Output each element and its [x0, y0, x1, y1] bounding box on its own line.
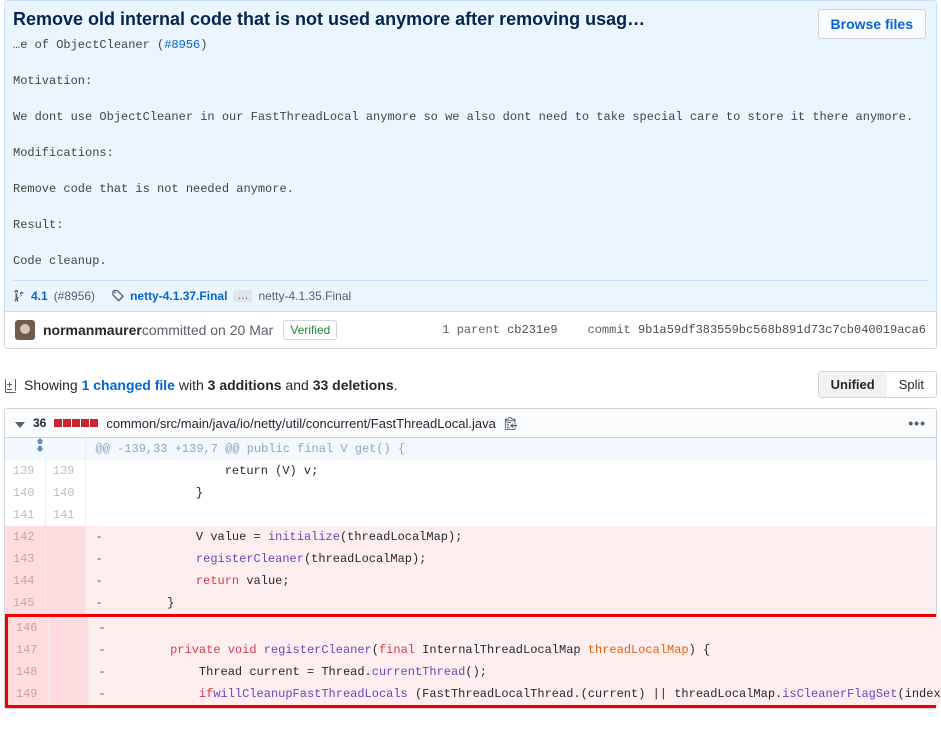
commit-time: committed on 20 Mar [142, 322, 274, 338]
line-number-old[interactable]: 149 [8, 683, 48, 705]
code-content: - [88, 617, 941, 639]
commit-header: Browse files Remove old internal code th… [4, 0, 937, 312]
diff-line-context: 139139 return (V) v; [5, 460, 936, 482]
avatar[interactable] [15, 320, 35, 340]
hunk-text: @@ -139,33 +139,7 @@ public final V get(… [85, 438, 936, 460]
split-tab[interactable]: Split [887, 372, 936, 397]
line-number-old[interactable]: 141 [5, 504, 45, 526]
line-number-new[interactable] [45, 592, 85, 614]
change-count: 36 [33, 416, 46, 430]
diffstat-text: Showing 1 changed file with 3 additions … [24, 377, 398, 393]
line-number-new[interactable]: 140 [45, 482, 85, 504]
diff-line-deleted: 143 - registerCleaner(threadLocalMap); [5, 548, 936, 570]
tag-link-2[interactable]: netty-4.1.35.Final [258, 289, 351, 303]
code-content: - ifwillCleanupFastThreadLocals (FastThr… [88, 683, 941, 705]
tag-link-1[interactable]: netty-4.1.37.Final [130, 289, 227, 303]
code-content: - } [85, 592, 936, 614]
line-number-new[interactable]: 141 [45, 504, 85, 526]
line-number-old[interactable]: 140 [5, 482, 45, 504]
line-number-new[interactable] [45, 570, 85, 592]
line-number-new[interactable] [48, 661, 88, 683]
changed-files-link[interactable]: 1 changed file [82, 377, 175, 393]
diff-stat-blocks [54, 419, 98, 427]
code-content: - Thread current = Thread.currentThread(… [88, 661, 941, 683]
diff-table: @@ -139,33 +139,7 @@ public final V get(… [5, 438, 936, 614]
line-number-new[interactable] [45, 526, 85, 548]
diff-line-deleted: 149 - ifwillCleanupFastThreadLocals (Fast… [8, 683, 941, 705]
author-bar: normanmaurer committed on 20 Mar Verifie… [4, 312, 937, 349]
file-diff: 36 common/src/main/java/io/netty/util/co… [4, 408, 937, 709]
line-number-old[interactable]: 142 [5, 526, 45, 548]
line-number-old[interactable]: 148 [8, 661, 48, 683]
code-content: - return value; [85, 570, 936, 592]
diff-line-deleted: 142 - V value = initialize(threadLocalMap… [5, 526, 936, 548]
diffstat-row: Showing 1 changed file with 3 additions … [4, 371, 937, 398]
highlighted-region: 146-147- private void registerCleaner(fi… [5, 614, 936, 708]
parent-hash[interactable]: cb231e9 [507, 323, 557, 337]
branch-tag-row: 4.1 (#8956) netty-4.1.37.Final … netty-4… [13, 280, 928, 311]
expand-hunk-icon[interactable] [5, 438, 85, 460]
tag-ellipsis[interactable]: … [233, 290, 252, 302]
line-number-old[interactable]: 143 [5, 548, 45, 570]
diff-line-deleted: 147 - private void registerCleaner(final … [8, 639, 941, 661]
line-number-new[interactable]: 139 [45, 460, 85, 482]
commit-description: …e of ObjectCleaner (#8956) Motivation: … [13, 36, 928, 270]
line-number-old[interactable]: 146 [8, 617, 48, 639]
line-number-new[interactable] [48, 639, 88, 661]
line-number-old[interactable]: 145 [5, 592, 45, 614]
code-content [85, 504, 936, 526]
diff-line-deleted: 145 - } [5, 592, 936, 614]
hunk-header: @@ -139,33 +139,7 @@ public final V get(… [5, 438, 936, 460]
line-number-new[interactable] [48, 683, 88, 705]
diff-line-context: 141141 [5, 504, 936, 526]
line-number-old[interactable]: 139 [5, 460, 45, 482]
line-number-old[interactable]: 147 [8, 639, 48, 661]
author-name[interactable]: normanmaurer [43, 322, 142, 338]
verified-badge[interactable]: Verified [283, 320, 337, 340]
line-number-old[interactable]: 144 [5, 570, 45, 592]
diff-line-deleted: 144 - return value; [5, 570, 936, 592]
branch-icon [13, 289, 25, 303]
file-path[interactable]: common/src/main/java/io/netty/util/concu… [106, 416, 495, 431]
pr-link[interactable]: #8956 [164, 38, 200, 52]
commit-hash: 9b1a59df383559bc568b891d73c7cb040019aca6 [638, 323, 926, 337]
unified-tab[interactable]: Unified [819, 372, 887, 397]
diff-line-context: 140140 } [5, 482, 936, 504]
line-number-new[interactable] [48, 617, 88, 639]
code-content: - private void registerCleaner(final Int… [88, 639, 941, 661]
branch-link[interactable]: 4.1 [31, 289, 48, 303]
code-content: - registerCleaner(threadLocalMap); [85, 548, 936, 570]
diff-line-deleted: 148 - Thread current = Thread.currentThre… [8, 661, 941, 683]
view-toggle: Unified Split [818, 371, 937, 398]
file-header: 36 common/src/main/java/io/netty/util/co… [5, 409, 936, 438]
commit-title: Remove old internal code that is not use… [13, 9, 928, 30]
tag-icon [111, 289, 124, 303]
diff-line-deleted: 146 - [8, 617, 941, 639]
diff-table-highlight: 146 - 147 - private void registerCleaner(fi… [8, 617, 941, 705]
copy-path-icon[interactable] [504, 416, 518, 430]
line-number-new[interactable] [45, 548, 85, 570]
code-content: return (V) v; [85, 460, 936, 482]
diff-icon [4, 377, 18, 393]
browse-files-button[interactable]: Browse files [818, 9, 926, 39]
file-more-button[interactable]: ••• [908, 415, 926, 431]
collapse-toggle[interactable] [15, 415, 25, 431]
code-content: } [85, 482, 936, 504]
commit-meta: 1 parent cb231e9 commit 9b1a59df383559bc… [442, 323, 926, 337]
branch-suffix: (#8956) [54, 289, 95, 303]
code-content: - V value = initialize(threadLocalMap); [85, 526, 936, 548]
